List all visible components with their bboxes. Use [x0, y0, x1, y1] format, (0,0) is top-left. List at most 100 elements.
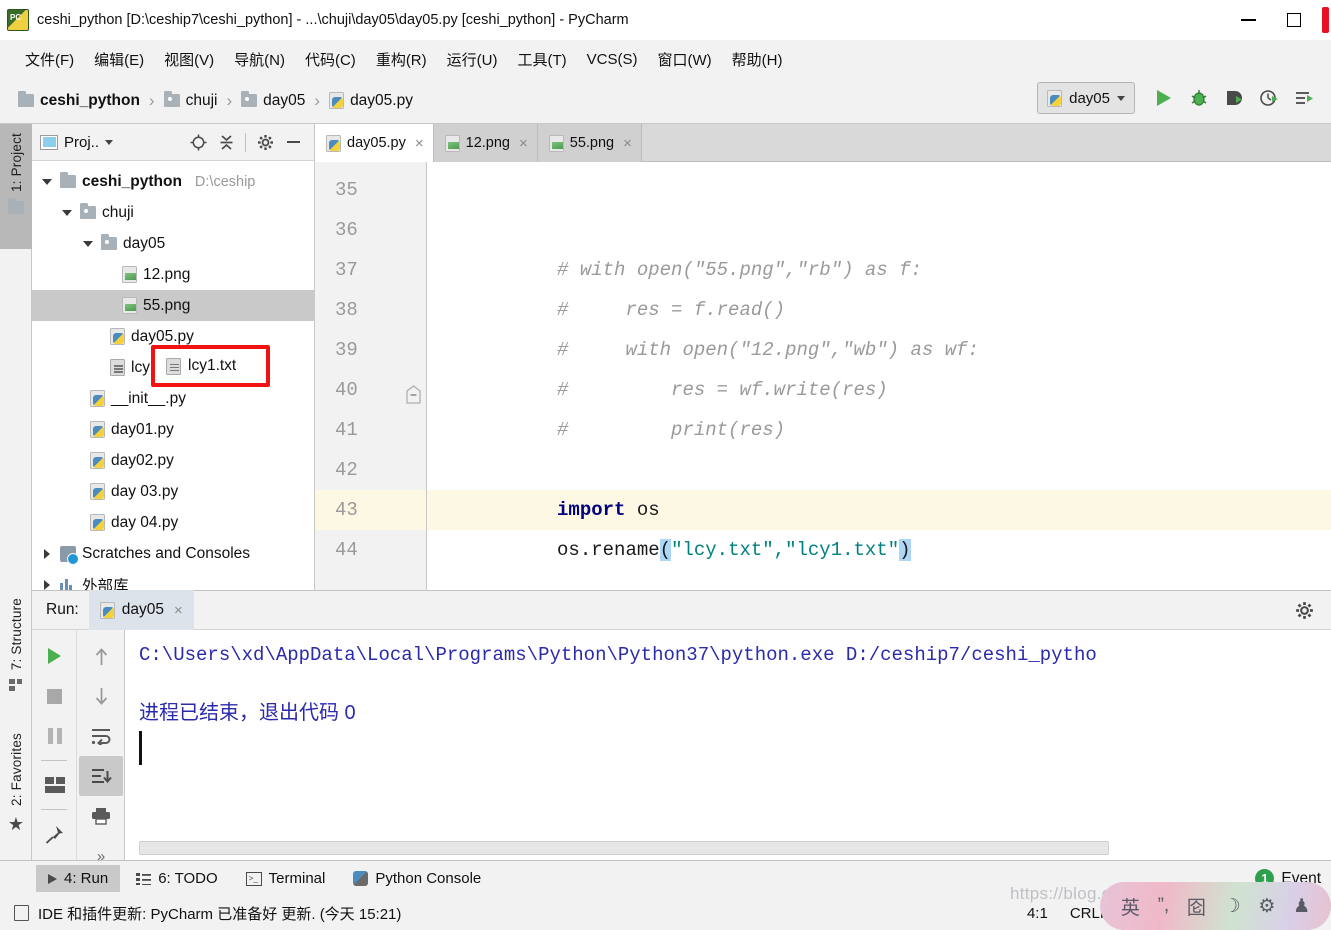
run-configuration-label: day05	[1069, 89, 1110, 107]
menu-help[interactable]: 帮助(H)	[723, 45, 792, 74]
gear-icon[interactable]	[252, 129, 278, 155]
tree-node-scratches[interactable]: Scratches and Consoles	[32, 538, 314, 569]
stripe-structure[interactable]: 7: Structure	[0, 589, 32, 714]
tree-node-day04[interactable]: day 04.py	[32, 507, 314, 538]
chevron-right-icon[interactable]	[40, 547, 54, 561]
breadcrumb-item-project[interactable]: ceshi_python	[18, 91, 140, 110]
editor-gutter[interactable]: 35 36 37 38 39 40 41 42 43 44	[315, 162, 427, 590]
code-lines[interactable]: # with open("55.png","rb") as f: # res =…	[427, 162, 1331, 590]
breadcrumb-separator: ›	[148, 90, 155, 110]
fold-collapse-icon[interactable]	[405, 380, 422, 404]
tree-node-day05[interactable]: day05	[32, 228, 314, 259]
menu-tools[interactable]: 工具(T)	[508, 45, 575, 74]
menu-vcs[interactable]: VCS(S)	[578, 47, 647, 72]
up-icon[interactable]	[77, 636, 125, 676]
tree-node-day03[interactable]: day 03.py	[32, 476, 314, 507]
menu-window[interactable]: 窗口(W)	[648, 45, 720, 74]
scroll-to-end-icon[interactable]	[79, 756, 123, 796]
chevron-down-icon[interactable]	[81, 237, 95, 251]
menu-file[interactable]: 文件(F)	[16, 45, 83, 74]
run-with-console-icon[interactable]	[1293, 87, 1315, 109]
tree-node-55png[interactable]: 55.png	[32, 290, 314, 321]
run-console-output[interactable]: C:\Users\xd\AppData\Local\Programs\Pytho…	[125, 630, 1331, 860]
close-icon[interactable]: ×	[623, 135, 632, 152]
stop-icon[interactable]	[32, 676, 77, 716]
folder-icon	[60, 172, 76, 188]
tree-node-label: ceshi_python	[82, 172, 182, 190]
code-comment: # res = wf.write(res)	[557, 379, 888, 401]
run-configuration-selector[interactable]: day05	[1037, 82, 1135, 114]
pin-icon[interactable]	[32, 814, 77, 854]
breadcrumb-item-file[interactable]: day05.py	[329, 92, 413, 110]
stripe-label: 2: Favorites	[8, 733, 24, 806]
editor-tab-day05py[interactable]: day05.py ×	[315, 124, 434, 162]
close-icon[interactable]: ×	[519, 135, 528, 152]
bottom-run[interactable]: 4: Run	[36, 865, 121, 892]
editor-tab-12png[interactable]: 12.png ×	[433, 124, 538, 162]
tree-node-label: 55.png	[143, 296, 191, 314]
debug-icon[interactable]	[1188, 87, 1210, 109]
breadcrumb-item-day05[interactable]: day05	[241, 91, 305, 110]
editor-tab-55png[interactable]: 55.png ×	[537, 124, 642, 162]
tree-node-day01[interactable]: day01.py	[32, 414, 314, 445]
ime-language-icon[interactable]: 英	[1121, 893, 1140, 920]
line-number: 37	[335, 259, 358, 281]
status-message[interactable]: IDE 和插件更新: PyCharm 已准备好 更新. (今天 15:21)	[38, 903, 401, 924]
gear-icon[interactable]	[1291, 597, 1317, 623]
down-icon[interactable]	[77, 676, 125, 716]
hide-panel-icon[interactable]	[280, 129, 306, 155]
bottom-button-label: 6: TODO	[158, 870, 218, 887]
bottom-python-console[interactable]: Python Console	[341, 865, 493, 892]
stripe-project[interactable]: 1: Project	[0, 124, 32, 249]
ime-moon-icon[interactable]: ☽	[1224, 895, 1241, 918]
chevron-down-icon[interactable]	[40, 175, 54, 189]
tree-node-12png[interactable]: 12.png	[32, 259, 314, 290]
chevron-down-icon[interactable]	[60, 206, 74, 220]
collapse-all-icon[interactable]	[213, 129, 239, 155]
ime-settings-icon[interactable]: ⚙	[1258, 895, 1275, 918]
ime-punctuation-icon[interactable]: ”,	[1158, 895, 1170, 917]
ime-toolbar[interactable]: 英 ”, 囵 ☽ ⚙ ♟	[1100, 882, 1331, 930]
menu-code[interactable]: 代码(C)	[296, 45, 365, 74]
bottom-todo[interactable]: 6: TODO	[124, 865, 229, 892]
menu-view[interactable]: 视图(V)	[155, 45, 223, 74]
breadcrumb-label: day05.py	[350, 91, 413, 109]
line-number: 40	[315, 370, 426, 410]
tree-node-chuji[interactable]: chuji	[32, 197, 314, 228]
run-tool-window: Run: day05 × » C:\Users\xd\AppData\Local…	[32, 590, 1331, 865]
caret-position[interactable]: 4:1	[1027, 905, 1048, 922]
print-icon[interactable]	[77, 796, 125, 836]
locate-icon[interactable]	[185, 129, 211, 155]
menu-run[interactable]: 运行(U)	[438, 45, 507, 74]
console-horizontal-scrollbar[interactable]	[139, 841, 1109, 855]
run-tab-day05[interactable]: day05 ×	[88, 590, 194, 630]
close-icon[interactable]: ×	[415, 135, 424, 152]
code-line-36: # with open("55.png","rb") as f:	[427, 210, 1331, 281]
text-file-icon	[110, 359, 125, 376]
menu-edit[interactable]: 编辑(E)	[85, 45, 153, 74]
menu-navigate[interactable]: 导航(N)	[225, 45, 294, 74]
pause-icon[interactable]	[32, 716, 77, 756]
ime-toolbox-icon[interactable]: ♟	[1293, 895, 1310, 918]
tree-node-label: Scratches and Consoles	[82, 544, 251, 562]
tree-node-init[interactable]: __init__.py	[32, 383, 314, 414]
breadcrumb-item-chuji[interactable]: chuji	[163, 91, 217, 110]
run-coverage-icon[interactable]	[1223, 87, 1245, 109]
tree-node-ceshi-python[interactable]: ceshi_python D:\ceship	[32, 166, 314, 197]
close-button[interactable]	[1320, 0, 1331, 40]
menu-refactor[interactable]: 重构(R)	[367, 45, 436, 74]
editor-tab-bar: day05.py × 12.png × 55.png ×	[315, 124, 1331, 162]
run-icon[interactable]	[1153, 87, 1175, 109]
stripe-favorites[interactable]: 2: Favorites ★	[0, 724, 32, 854]
maximize-button[interactable]	[1271, 0, 1317, 40]
soft-wrap-icon[interactable]	[77, 716, 125, 756]
minimize-button[interactable]	[1225, 0, 1271, 40]
project-panel-title[interactable]: Proj..	[40, 134, 114, 151]
bottom-terminal[interactable]: >_ Terminal	[234, 865, 338, 892]
profile-icon[interactable]	[1258, 87, 1280, 109]
tree-node-day02[interactable]: day02.py	[32, 445, 314, 476]
close-icon[interactable]: ×	[174, 602, 183, 619]
rerun-icon[interactable]	[32, 636, 77, 676]
ime-fullwidth-icon[interactable]: 囵	[1187, 893, 1206, 920]
layout-icon[interactable]	[32, 765, 77, 805]
